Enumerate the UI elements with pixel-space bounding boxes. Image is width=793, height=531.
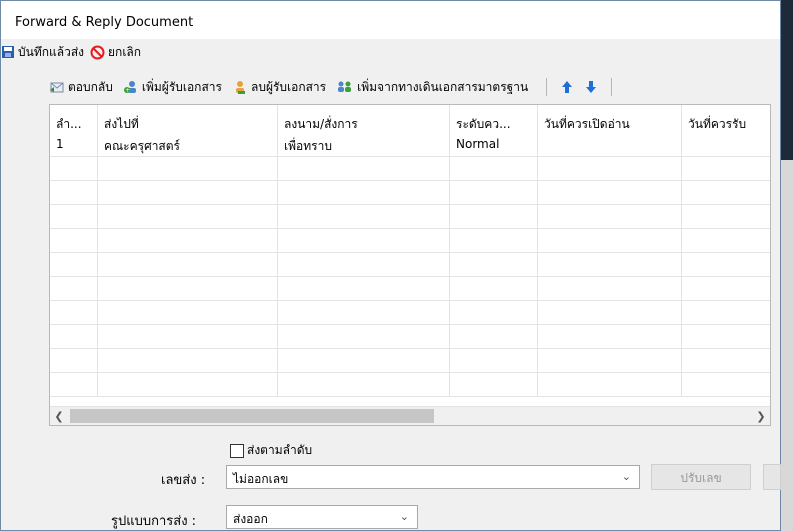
send-in-order-label: ส่งตามลำดับ xyxy=(247,443,313,457)
col-header-order[interactable]: ลำ... xyxy=(50,105,98,133)
cancel-button[interactable]: ยกเลิก xyxy=(90,43,141,62)
reply-icon xyxy=(49,80,65,94)
send-type-value: ส่งออก xyxy=(233,512,268,526)
add-user-icon: + xyxy=(123,79,139,95)
empty-row xyxy=(50,325,770,349)
save-send-button[interactable]: บันทึกแล้วส่ง xyxy=(1,43,84,62)
empty-row xyxy=(50,277,770,301)
checkbox-box[interactable] xyxy=(230,443,244,458)
empty-row xyxy=(50,157,770,181)
scroll-left-icon[interactable]: ❮ xyxy=(50,407,68,425)
users-route-icon xyxy=(336,79,354,95)
empty-row xyxy=(50,253,770,277)
empty-row xyxy=(50,205,770,229)
add-recipient-label: เพิ่มผู้รับเอกสาร xyxy=(141,79,222,94)
empty-row xyxy=(50,349,770,373)
send-type-label: รูปแบบการส่ง : xyxy=(111,514,197,529)
cell-priority: Normal xyxy=(450,133,538,156)
chevron-down-icon: ⌄ xyxy=(399,510,409,523)
reply-button[interactable]: ตอบกลับ xyxy=(49,78,113,97)
title-bar: Forward & Reply Document xyxy=(1,1,780,39)
cancel-icon xyxy=(90,45,105,60)
cell-sign-order: เพื่อทราบ xyxy=(278,133,450,156)
remove-user-icon xyxy=(232,79,248,95)
scroll-thumb[interactable] xyxy=(70,409,434,423)
empty-row xyxy=(50,373,770,397)
recipients-grid[interactable]: ลำ... ส่งไปที่ ลงนาม/สั่งการ ระดับคว... … xyxy=(49,104,771,426)
adjust-number-label: ปรับเลข xyxy=(680,471,722,485)
cell-send-to: คณะครุศาสตร์ xyxy=(98,133,278,156)
toolbar-separator xyxy=(546,78,548,96)
cell-order: 1 xyxy=(50,133,98,156)
window-title: Forward & Reply Document xyxy=(15,15,194,30)
horizontal-scrollbar[interactable]: ❮ ❯ xyxy=(50,406,770,425)
number-select-value: ไม่ออกเลข xyxy=(233,472,289,486)
save-icon xyxy=(1,45,15,59)
cell-receive-date xyxy=(682,133,770,156)
scroll-right-icon[interactable]: ❯ xyxy=(752,407,770,425)
cancel-label: ยกเลิก xyxy=(108,44,142,59)
empty-row xyxy=(50,181,770,205)
number-select[interactable]: ไม่ออกเลข ⌄ xyxy=(226,465,640,489)
move-up-icon[interactable] xyxy=(561,80,573,94)
empty-row xyxy=(50,229,770,253)
table-row[interactable]: 1 คณะครุศาสตร์ เพื่อทราบ Normal xyxy=(50,133,770,157)
toolbar-separator-2 xyxy=(611,78,613,96)
col-header-receive-date[interactable]: วันที่ควรรับ xyxy=(682,105,770,133)
number-label: เลขส่ง : xyxy=(161,473,206,488)
svg-text:+: + xyxy=(125,87,130,94)
cell-open-date xyxy=(538,133,682,156)
send-in-order-checkbox[interactable]: ส่งตามลำดับ xyxy=(230,441,312,460)
grid-header: ลำ... ส่งไปที่ ลงนาม/สั่งการ ระดับคว... … xyxy=(50,105,770,133)
remove-recipient-label: ลบผู้รับเอกสาร xyxy=(250,79,327,94)
grid-toolbar: ตอบกลับ + เพิ่มผู้รับเอกสาร ลบผู้รับเอกส… xyxy=(49,75,620,99)
adjust-number-button[interactable]: ปรับเลข xyxy=(651,464,751,490)
col-header-priority[interactable]: ระดับคว... xyxy=(450,105,538,133)
col-header-sign-order[interactable]: ลงนาม/สั่งการ xyxy=(278,105,450,133)
save-send-label: บันทึกแล้วส่ง xyxy=(18,44,85,59)
col-header-send-to[interactable]: ส่งไปที่ xyxy=(98,105,278,133)
chevron-down-icon: ⌄ xyxy=(621,470,631,483)
reply-label: ตอบกลับ xyxy=(68,79,113,94)
action-bar: บันทึกแล้วส่ง ยกเลิก xyxy=(1,41,147,63)
dialog-window: Forward & Reply Document บันทึกแล้วส่ง ย… xyxy=(0,0,781,531)
col-header-open-date[interactable]: วันที่ควรเปิดอ่าน xyxy=(538,105,682,133)
send-type-select[interactable]: ส่งออก ⌄ xyxy=(226,505,418,529)
grid-rows: 1 คณะครุศาสตร์ เพื่อทราบ Normal xyxy=(50,133,770,397)
remove-recipient-button[interactable]: ลบผู้รับเอกสาร xyxy=(232,78,326,97)
move-down-icon[interactable] xyxy=(585,80,597,94)
empty-row xyxy=(50,301,770,325)
add-from-standard-button[interactable]: เพิ่มจากทางเดินเอกสารมาตรฐาน xyxy=(336,78,528,97)
extra-button-partial[interactable] xyxy=(763,464,781,490)
add-from-standard-label: เพิ่มจากทางเดินเอกสารมาตรฐาน xyxy=(357,79,529,94)
vertical-scrollbar[interactable] xyxy=(781,160,793,531)
add-recipient-button[interactable]: + เพิ่มผู้รับเอกสาร xyxy=(123,78,222,97)
